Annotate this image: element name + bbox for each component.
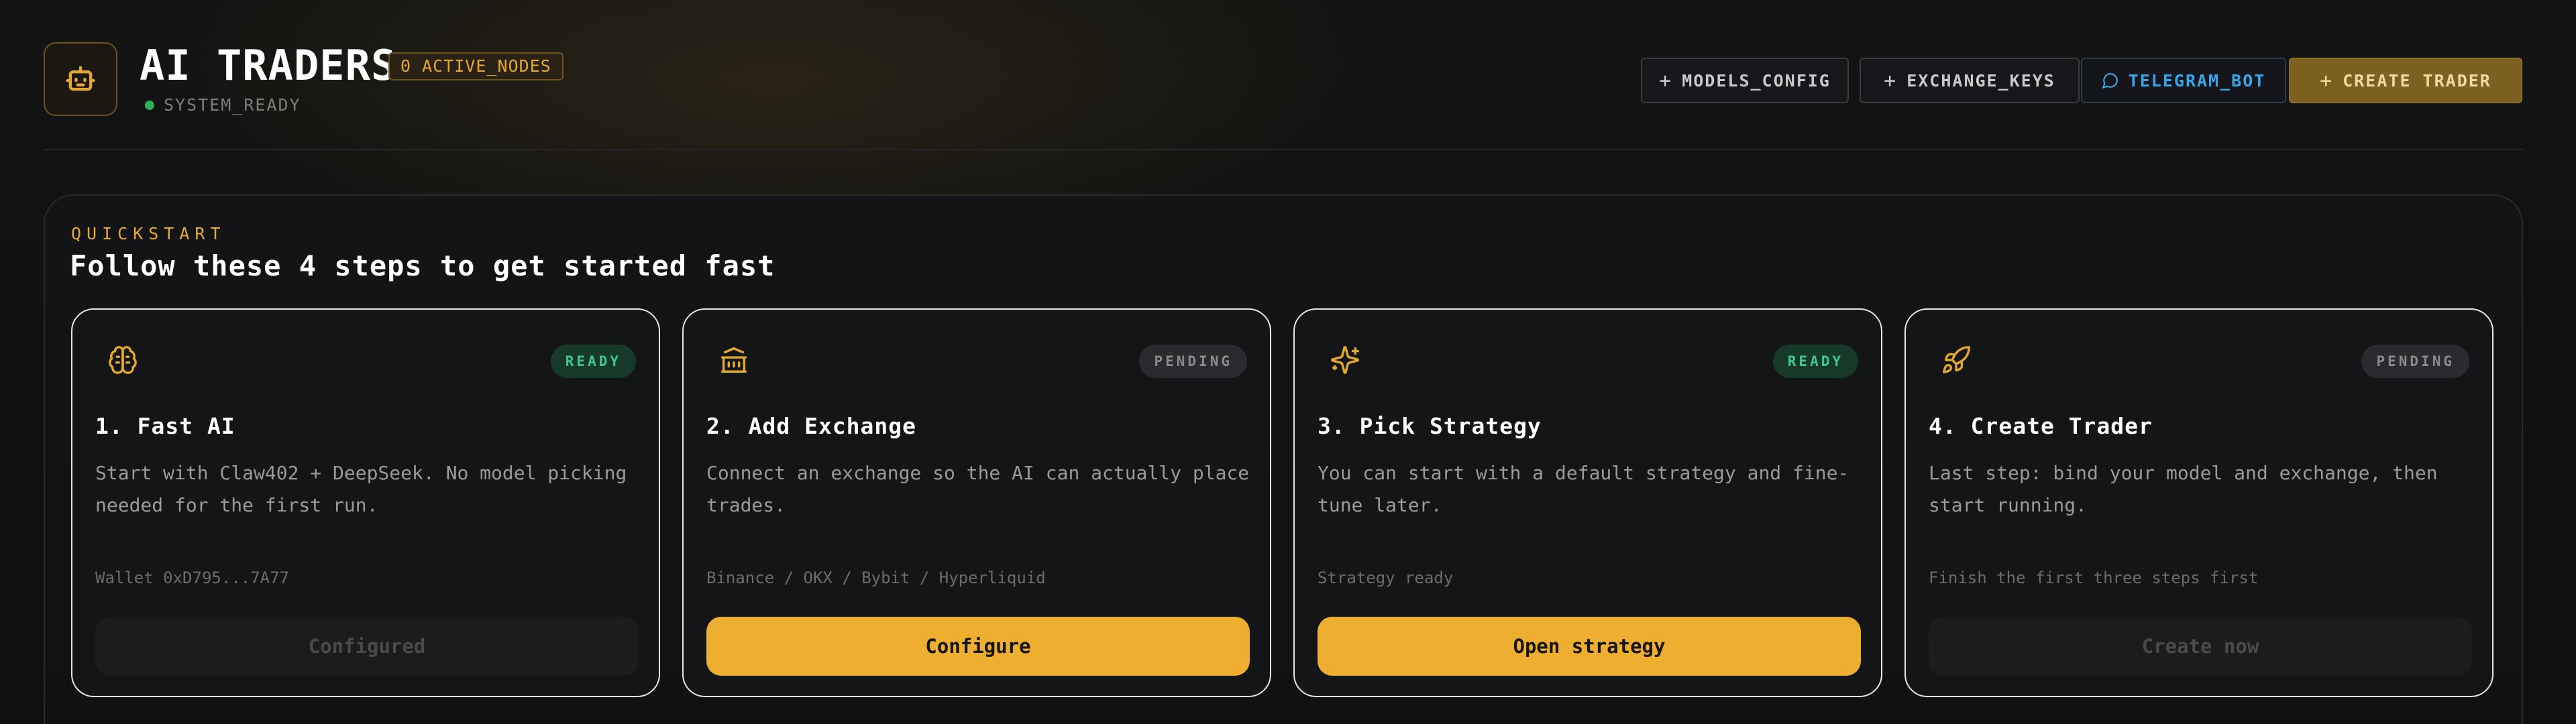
robot-icon [66, 66, 95, 91]
card-title: 4. Create Trader [1929, 413, 2153, 439]
create-trader-label: CREATE TRADER [2343, 70, 2491, 90]
step-card-create-trader: PENDING 4. Create Trader Last step: bind… [1904, 308, 2493, 697]
rocket-icon [1943, 346, 1970, 373]
card-title: 2. Add Exchange [706, 413, 917, 439]
models-config-label: MODELS_CONFIG [1682, 70, 1831, 90]
system-status-label: SYSTEM_READY [164, 95, 301, 115]
card-meta: Wallet 0xD795...7A77 [95, 568, 289, 587]
card-description: Last step: bind your model and exchange,… [1929, 462, 2438, 516]
plus-icon: + [1884, 68, 1898, 93]
status-badge: READY [550, 345, 636, 378]
create-now-button: Create now [1929, 617, 2472, 676]
configured-button: Configured [95, 617, 639, 676]
system-status: SYSTEM_READY [145, 95, 301, 115]
sparkles-icon [1331, 346, 1359, 374]
telegram-bot-button[interactable]: TELEGRAM_BOT [2081, 58, 2286, 103]
brain-icon [109, 346, 137, 374]
status-dot-icon [145, 100, 154, 110]
bank-icon [721, 347, 747, 373]
status-badge: PENDING [1139, 345, 1247, 378]
card-description: You can start with a default strategy an… [1318, 462, 1849, 516]
plus-icon: + [2320, 68, 2334, 93]
exchange-keys-label: EXCHANGE_KEYS [1907, 70, 2055, 90]
active-nodes-badge: 0 ACTIVE_NODES [388, 52, 564, 80]
quickstart-title: Follow these 4 steps to get started fast [70, 249, 775, 282]
header-divider [44, 149, 2523, 150]
app-page: AI TRADERS 0 ACTIVE_NODES SYSTEM_READY +… [0, 0, 2576, 724]
card-meta: Strategy ready [1318, 568, 1454, 587]
exchange-keys-button[interactable]: + EXCHANGE_KEYS [1860, 58, 2080, 103]
telegram-bot-label: TELEGRAM_BOT [2128, 70, 2266, 90]
open-strategy-button[interactable]: Open strategy [1318, 617, 1861, 676]
create-trader-button[interactable]: + CREATE TRADER [2289, 58, 2522, 103]
configure-button[interactable]: Configure [706, 617, 1250, 676]
step-card-add-exchange: PENDING 2. Add Exchange Connect an excha… [682, 308, 1271, 697]
card-title: 3. Pick Strategy [1318, 413, 1542, 439]
status-badge: PENDING [2361, 345, 2469, 378]
models-config-button[interactable]: + MODELS_CONFIG [1641, 58, 1849, 103]
card-title: 1. Fast AI [95, 413, 235, 439]
card-meta: Binance / OKX / Bybit / Hyperliquid [706, 568, 1046, 587]
step-card-fast-ai: READY 1. Fast AI Start with Claw402 + De… [71, 308, 660, 697]
card-meta: Finish the first three steps first [1929, 568, 2259, 587]
card-description: Connect an exchange so the AI can actual… [706, 462, 1250, 516]
chat-bubble-icon [2102, 73, 2118, 88]
card-description: Start with Claw402 + DeepSeek. No model … [95, 462, 627, 516]
plus-icon: + [1659, 68, 1673, 93]
page-title: AI TRADERS [140, 41, 397, 90]
robot-logo [44, 42, 117, 116]
quickstart-label: QUICKSTART [71, 224, 226, 243]
status-badge: READY [1772, 345, 1858, 378]
step-card-pick-strategy: READY 3. Pick Strategy You can start wit… [1293, 308, 1882, 697]
